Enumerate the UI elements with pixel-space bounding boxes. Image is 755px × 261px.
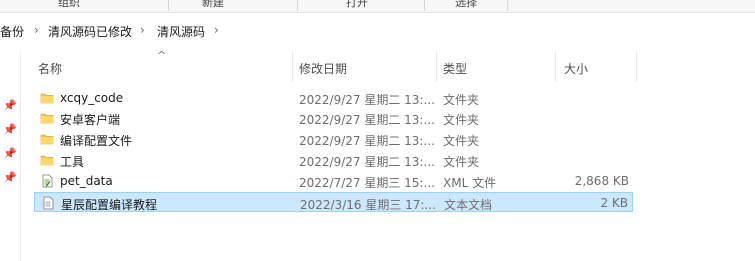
file-name: 编译配置文件 bbox=[60, 134, 133, 148]
file-type: 文件夹 bbox=[443, 93, 480, 107]
pin-icon: 📌 bbox=[3, 171, 17, 184]
column-divider[interactable] bbox=[555, 52, 556, 82]
file-name: 星辰配置编译教程 bbox=[61, 198, 158, 212]
breadcrumb[interactable]: 备份 › 清风源码已修改 › 清风源码 › bbox=[0, 18, 755, 44]
pin-icon: 📌 bbox=[3, 123, 17, 136]
file-type: XML 文件 bbox=[443, 176, 497, 190]
chevron-right-icon[interactable]: › bbox=[140, 23, 145, 37]
file-modified: 2022/9/27 星期二 13:... bbox=[299, 134, 435, 148]
file-size: 2 KB bbox=[600, 196, 628, 210]
folder-icon bbox=[40, 91, 54, 105]
file-row[interactable]: xcqy_code 2022/9/27 星期二 13:... 文件夹 bbox=[34, 88, 633, 108]
folder-icon bbox=[40, 132, 54, 146]
ribbon-group-open: 打开 bbox=[346, 0, 368, 9]
ribbon-group-select: 选择 bbox=[455, 0, 477, 9]
file-row[interactable]: 工具 2022/9/27 星期二 13:... 文件夹 bbox=[34, 150, 633, 170]
chevron-right-icon[interactable]: › bbox=[214, 23, 219, 37]
file-row[interactable]: pet_data 2022/7/27 星期三 15:... XML 文件 2,868 … bbox=[34, 171, 633, 191]
file-type: 文本文档 bbox=[444, 198, 493, 212]
file-row[interactable]: 安卓客户端 2022/9/27 星期二 13:... 文件夹 bbox=[34, 108, 633, 128]
breadcrumb-item[interactable]: 清风源码已修改 bbox=[48, 23, 132, 40]
column-divider[interactable] bbox=[292, 52, 293, 82]
column-header-name[interactable]: 名称 bbox=[38, 56, 288, 82]
file-modified: 2022/9/27 星期二 13:... bbox=[299, 93, 435, 107]
ribbon-divider bbox=[507, 0, 508, 11]
text-file-icon bbox=[41, 196, 55, 210]
file-row[interactable]: 星辰配置编译教程 2022/3/16 星期三 17:... 文本文档 2 KB bbox=[34, 192, 633, 212]
navigation-pane[interactable]: 📌 📌 📌 📌 bbox=[0, 52, 21, 261]
chevron-right-icon[interactable]: › bbox=[34, 23, 39, 37]
column-divider[interactable] bbox=[436, 52, 437, 82]
breadcrumb-item[interactable]: 备份 bbox=[0, 23, 24, 40]
file-modified: 2022/3/16 星期三 17:... bbox=[300, 198, 436, 212]
file-size: 2,868 KB bbox=[574, 174, 629, 188]
file-name: xcqy_code bbox=[60, 91, 124, 105]
folder-icon bbox=[40, 153, 54, 167]
column-header-type[interactable]: 类型 bbox=[443, 56, 553, 82]
file-name: 工具 bbox=[60, 155, 85, 169]
ribbon-divider bbox=[297, 0, 298, 11]
file-type: 文件夹 bbox=[443, 113, 480, 127]
file-modified: 2022/9/27 星期二 13:... bbox=[299, 113, 435, 127]
xml-file-icon bbox=[40, 174, 54, 188]
file-row[interactable]: 编译配置文件 2022/9/27 星期二 13:... 文件夹 bbox=[34, 129, 633, 149]
pin-icon: 📌 bbox=[3, 99, 17, 112]
column-header-modified[interactable]: 修改日期 bbox=[299, 56, 434, 82]
ribbon-strip: 组织 新建 打开 选择 bbox=[0, 0, 755, 13]
ribbon-divider bbox=[424, 0, 425, 11]
pin-icon: 📌 bbox=[3, 147, 17, 160]
file-type: 文件夹 bbox=[443, 134, 480, 148]
file-name: pet_data bbox=[60, 174, 113, 188]
file-modified: 2022/7/27 星期三 15:... bbox=[299, 176, 435, 190]
ribbon-divider bbox=[168, 0, 169, 11]
ribbon-group-organize: 组织 bbox=[58, 0, 80, 9]
breadcrumb-item[interactable]: 清风源码 bbox=[157, 23, 205, 40]
column-divider[interactable] bbox=[636, 52, 637, 82]
file-modified: 2022/9/27 星期二 13:... bbox=[299, 155, 435, 169]
ribbon-group-new: 新建 bbox=[202, 0, 224, 9]
file-name: 安卓客户端 bbox=[60, 113, 121, 127]
file-type: 文件夹 bbox=[443, 155, 480, 169]
column-header-size[interactable]: 大小 bbox=[564, 56, 634, 82]
folder-icon bbox=[40, 111, 54, 125]
